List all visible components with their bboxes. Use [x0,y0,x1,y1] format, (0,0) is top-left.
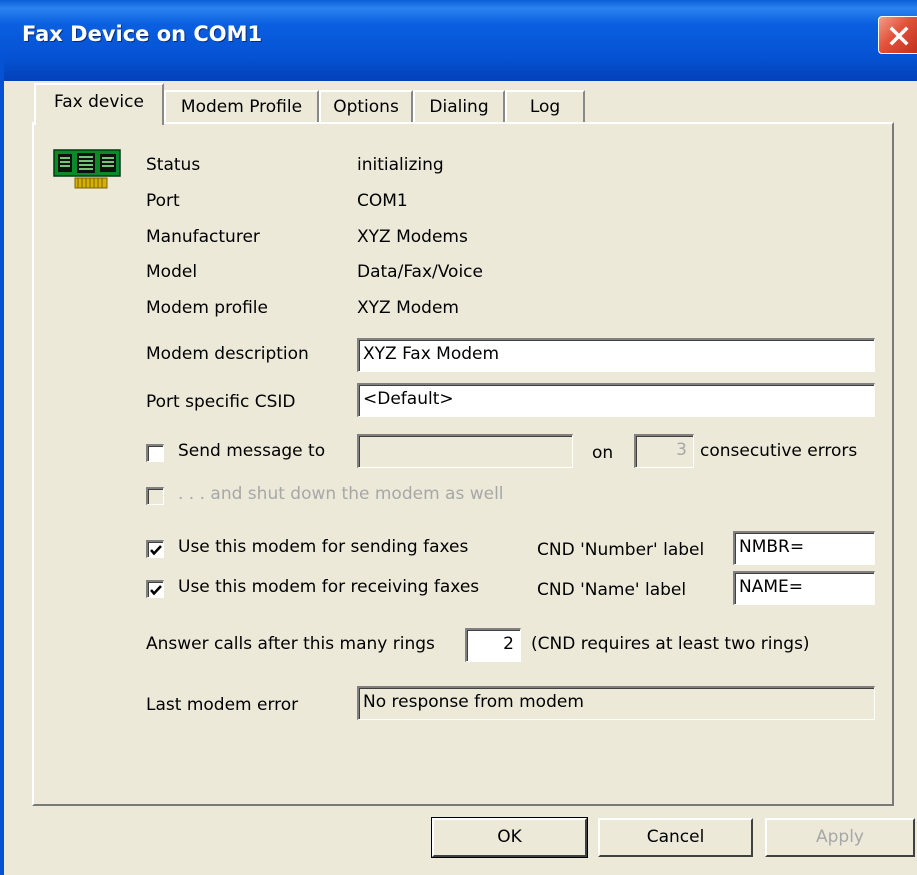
answer-rings-label: Answer calls after this many rings [146,634,435,654]
consecutive-errors-label: consecutive errors [700,441,858,461]
cancel-button[interactable]: Cancel [598,818,753,857]
last-modem-error-label: Last modem error [146,695,299,715]
apply-button[interactable]: Apply [765,818,915,857]
modem-profile-label: Modem profile [146,298,268,318]
send-message-label: Send message to [178,441,326,461]
cnd-name-label: CND 'Name' label [537,580,687,600]
receive-faxes-checkbox[interactable] [146,580,164,598]
shutdown-modem-checkbox[interactable] [146,487,164,505]
csid-field[interactable]: <Default> [357,383,875,417]
send-faxes-label: Use this modem for sending faxes [178,537,469,557]
receive-faxes-label: Use this modem for receiving faxes [178,577,480,597]
port-label: Port [146,191,180,211]
ok-button[interactable]: OK [431,817,588,858]
on-label: on [592,443,614,463]
checkmark-icon [150,545,162,556]
send-message-checkbox[interactable] [146,444,164,462]
message-recipient-field[interactable] [357,434,573,468]
answer-rings-field[interactable]: 2 [465,628,521,662]
modem-description-field[interactable]: XYZ Fax Modem [357,338,875,372]
send-faxes-checkbox[interactable] [146,540,164,558]
modem-description-label: Modem description [146,344,309,364]
status-value: initializing [357,155,444,175]
modem-card-icon [53,149,121,189]
error-count-field[interactable]: 3 [634,434,694,468]
last-modem-error-field: No response from modem [357,686,875,720]
cnd-name-field[interactable]: NAME= [733,571,875,605]
model-label: Model [146,262,198,282]
manufacturer-label: Manufacturer [146,227,260,247]
checkmark-icon [150,585,162,596]
status-label: Status [146,155,201,175]
fax-device-dialog: Fax Device on COM1 Fax device Modem Prof… [0,0,917,875]
csid-label: Port specific CSID [146,392,296,412]
cnd-rings-note: (CND requires at least two rings) [531,634,810,654]
model-value: Data/Fax/Voice [357,262,483,282]
cnd-number-label: CND 'Number' label [537,540,705,560]
modem-profile-value: XYZ Modem [357,298,459,318]
manufacturer-value: XYZ Modems [357,227,468,247]
cnd-number-field[interactable]: NMBR= [733,531,875,565]
shutdown-modem-label: . . . and shut down the modem as well [178,484,504,504]
port-value: COM1 [357,191,408,211]
